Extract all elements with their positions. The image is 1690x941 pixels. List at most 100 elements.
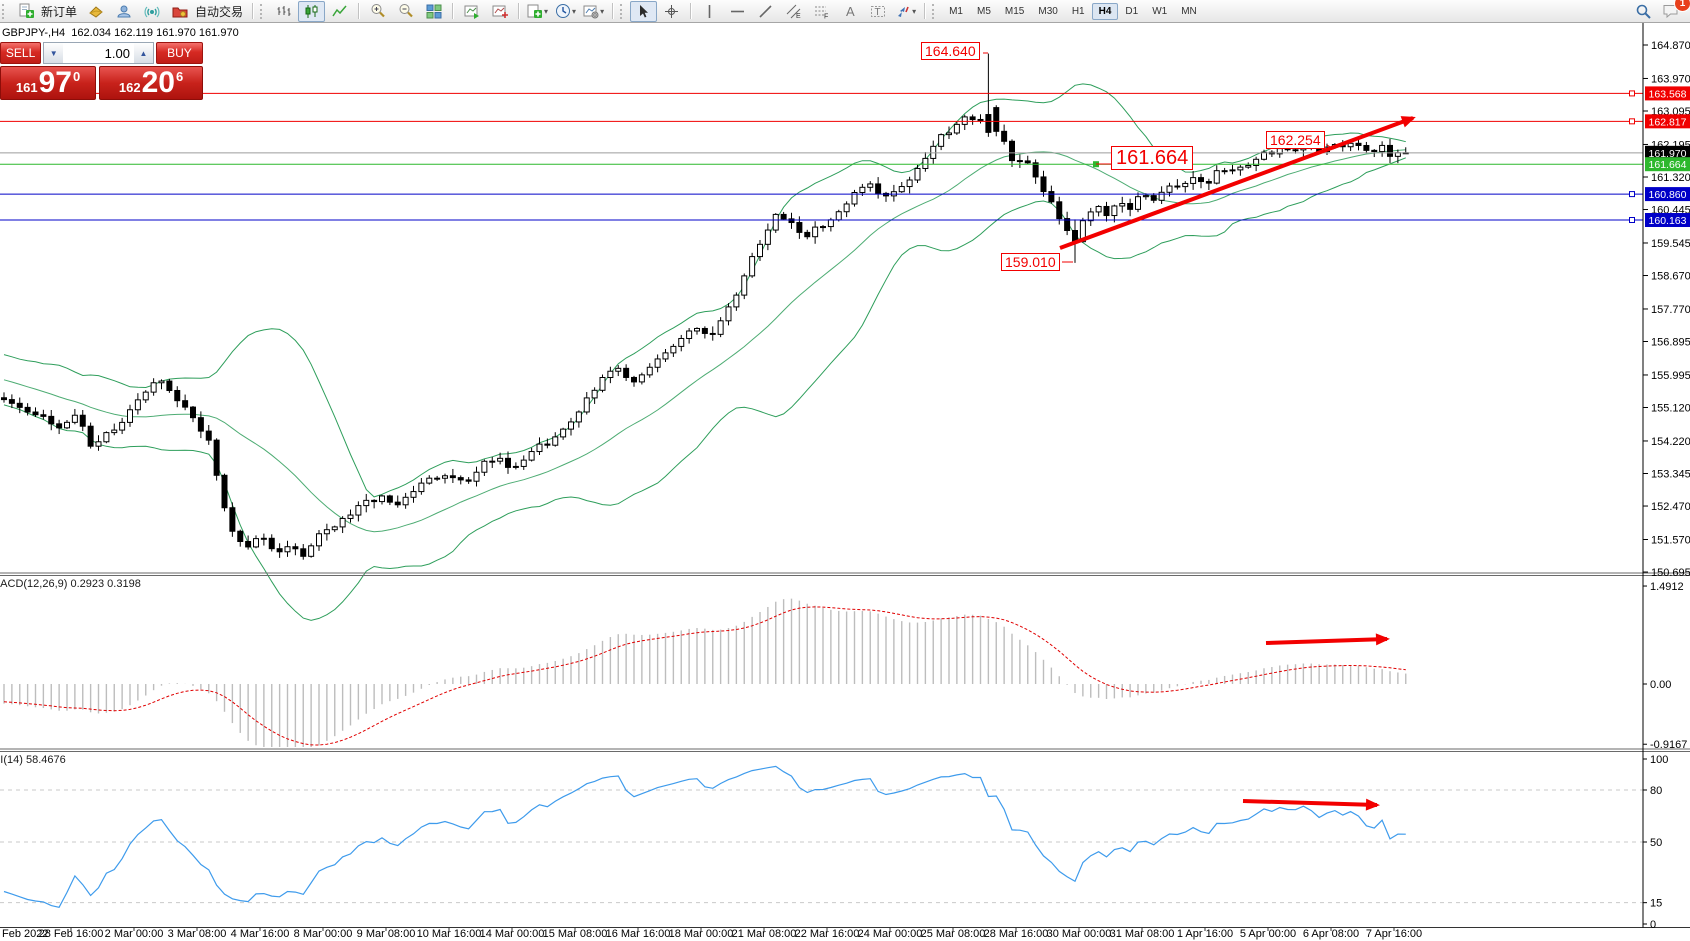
- text-label-button[interactable]: T: [864, 1, 891, 22]
- buy-price-display[interactable]: 162 20 6: [99, 66, 203, 100]
- svg-text:154.220: 154.220: [1651, 436, 1690, 448]
- trendline-icon: [758, 4, 773, 19]
- tile-windows-icon: [426, 4, 442, 19]
- trend-arrow-macd[interactable]: [1266, 639, 1387, 643]
- new-order-button[interactable]: [12, 1, 39, 22]
- timeframe-h1-button[interactable]: H1: [1065, 3, 1092, 20]
- bar-chart-button[interactable]: [270, 1, 297, 22]
- autotrading-button[interactable]: [166, 1, 193, 22]
- vertical-line-button[interactable]: [696, 1, 723, 22]
- crosshair-icon: [664, 4, 679, 19]
- volume-decrease-button[interactable]: ▼: [44, 43, 63, 63]
- svg-text:F: F: [824, 13, 828, 19]
- svg-text:21 Mar 08:00: 21 Mar 08:00: [732, 928, 797, 940]
- auto-trading-label[interactable]: 自动交易: [195, 3, 243, 20]
- sell-price-display[interactable]: 161 97 0: [0, 66, 96, 100]
- notifications-button[interactable]: 1: [1657, 1, 1684, 22]
- svg-text:0: 0: [1650, 919, 1656, 931]
- bar-chart-icon: [276, 4, 292, 19]
- mt4-window: 新订单 自动交易: [0, 0, 1690, 941]
- horizontal-line-button[interactable]: [724, 1, 751, 22]
- price-annotation-label[interactable]: 162.254: [1266, 131, 1325, 149]
- svg-text:18 Mar 00:00: 18 Mar 00:00: [669, 928, 734, 940]
- equidistant-channel-button[interactable]: E: [780, 1, 807, 22]
- separator: [358, 3, 359, 19]
- svg-text:1 Apr 16:00: 1 Apr 16:00: [1177, 928, 1233, 940]
- svg-text:156.895: 156.895: [1651, 337, 1690, 349]
- trend-arrow-rsi[interactable]: [1243, 801, 1377, 805]
- svg-text:100: 100: [1650, 754, 1668, 766]
- candlestick-chart-button[interactable]: [298, 1, 325, 22]
- timeframe-w1-button[interactable]: W1: [1145, 3, 1174, 20]
- timeframe-m30-button[interactable]: M30: [1031, 3, 1064, 20]
- toolbar-grip: [260, 4, 266, 19]
- period-button[interactable]: ▾: [552, 1, 579, 22]
- trend-arrows: [983, 53, 1413, 805]
- svg-text:2 Mar 00:00: 2 Mar 00:00: [105, 928, 164, 940]
- line-chart-icon: [332, 4, 348, 19]
- new-order-label[interactable]: 新订单: [41, 3, 77, 20]
- svg-text:159.545: 159.545: [1651, 238, 1690, 250]
- zoom-in-button[interactable]: [364, 1, 391, 22]
- search-button[interactable]: [1630, 1, 1657, 22]
- notification-badge: 1: [1674, 0, 1690, 12]
- signal-button[interactable]: [138, 1, 165, 22]
- cursor-icon: [636, 4, 651, 19]
- one-click-trading-panel: SELL ▼ 1.00 ▲ BUY 161 97 0 162 20 6: [0, 42, 203, 100]
- trendline-button[interactable]: [752, 1, 779, 22]
- line-chart-button[interactable]: [326, 1, 353, 22]
- add-indicator-icon: [527, 4, 543, 19]
- toolbar-grip: [932, 4, 938, 19]
- market-watch-button[interactable]: [82, 1, 109, 22]
- svg-text:150.695: 150.695: [1651, 567, 1690, 579]
- cursor-button[interactable]: [630, 1, 657, 22]
- data-window-button[interactable]: [110, 1, 137, 22]
- timeframe-m15-button[interactable]: M15: [998, 3, 1031, 20]
- macd-indicator-label: MACD(12,26,9) 0.2923 0.3198: [0, 578, 141, 590]
- zoom-out-button[interactable]: [392, 1, 419, 22]
- sell-price-big: 97: [39, 68, 72, 98]
- add-indicator-button[interactable]: ▾: [524, 1, 551, 22]
- chevron-down-icon: ▾: [544, 7, 548, 16]
- buy-price-sup: 6: [176, 69, 183, 84]
- symbol-ohlc-header: GBPJPY-,H4 162.034 162.119 161.970 161.9…: [2, 27, 239, 39]
- price-annotation-label[interactable]: 159.010: [1001, 253, 1060, 271]
- sell-button[interactable]: SELL: [0, 42, 41, 64]
- fibonacci-button[interactable]: F: [808, 1, 835, 22]
- equidistant-channel-icon: E: [786, 4, 802, 19]
- timeframe-m1-button[interactable]: M1: [942, 3, 970, 20]
- price-axis[interactable]: 164.870163.970163.095162.195161.320160.4…: [1643, 40, 1690, 931]
- timeframe-d1-button[interactable]: D1: [1118, 3, 1145, 20]
- svg-text:T: T: [874, 7, 880, 18]
- price-annotation-label[interactable]: 161.664: [1111, 146, 1193, 170]
- svg-text:28 Mar 16:00: 28 Mar 16:00: [984, 928, 1049, 940]
- timeframe-mn-button[interactable]: MN: [1174, 3, 1204, 20]
- arrows-button[interactable]: ▾: [892, 1, 919, 22]
- svg-text:-0.9167: -0.9167: [1650, 739, 1687, 751]
- candlestick-chart-icon: [304, 4, 320, 19]
- tile-windows-button[interactable]: [420, 1, 447, 22]
- buy-button[interactable]: BUY: [156, 42, 203, 64]
- text-button[interactable]: A: [836, 1, 863, 22]
- candlesticks: [2, 54, 1409, 560]
- line-handle[interactable]: [1630, 119, 1635, 124]
- volume-increase-button[interactable]: ▲: [134, 43, 153, 63]
- time-axis[interactable]: Feb 202228 Feb 16:002 Mar 00:003 Mar 08:…: [2, 928, 1422, 941]
- profiles-button[interactable]: [486, 1, 513, 22]
- trend-arrow-main[interactable]: [1060, 118, 1413, 248]
- crosshair-button[interactable]: [658, 1, 685, 22]
- timeframe-m5-button[interactable]: M5: [970, 3, 998, 20]
- svg-text:10 Mar 16:00: 10 Mar 16:00: [417, 928, 482, 940]
- horizontal-line-icon: [730, 5, 745, 18]
- line-handle[interactable]: [1630, 91, 1635, 96]
- template-button[interactable]: ▾: [580, 1, 607, 22]
- svg-text:A: A: [846, 4, 855, 19]
- line-handle[interactable]: [1630, 218, 1635, 223]
- price-annotation-label[interactable]: 164.640: [921, 42, 980, 60]
- new-chart-button[interactable]: [458, 1, 485, 22]
- timeframe-h4-button[interactable]: H4: [1092, 3, 1119, 20]
- chart-canvas[interactable]: 164.870163.970163.095162.195161.320160.4…: [0, 0, 1690, 941]
- volume-value[interactable]: 1.00: [63, 43, 134, 63]
- line-handle[interactable]: [1630, 192, 1635, 197]
- svg-text:158.670: 158.670: [1651, 271, 1690, 283]
